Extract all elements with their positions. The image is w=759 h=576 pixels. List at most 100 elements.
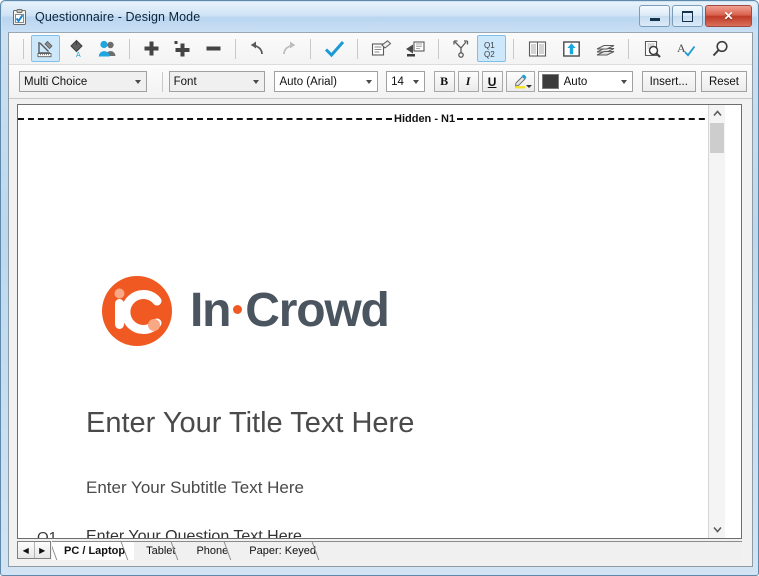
routing-button[interactable] bbox=[446, 35, 475, 62]
insert-button[interactable]: Insert... bbox=[642, 71, 696, 92]
svg-text:Q1: Q1 bbox=[484, 41, 495, 50]
question-number: Q1 bbox=[37, 529, 57, 538]
layers-stack-icon bbox=[595, 40, 616, 58]
question-order-button[interactable]: Q1 Q2 bbox=[477, 35, 506, 62]
bottom-strip bbox=[17, 561, 589, 567]
format-separator bbox=[162, 72, 163, 92]
columns-book-icon bbox=[528, 40, 547, 58]
maximize-button[interactable] bbox=[672, 5, 703, 27]
format-toolbar: Multi Choice Font Auto (Arial) 14 B I U bbox=[9, 65, 752, 99]
logo-word-crowd: Crowd bbox=[245, 284, 388, 337]
sheet-tab-pc-laptop[interactable]: PC / Laptop bbox=[52, 542, 134, 560]
highlight-button[interactable] bbox=[506, 71, 535, 92]
canvas-vertical-scrollbar[interactable] bbox=[708, 105, 725, 538]
bold-button[interactable]: B bbox=[434, 71, 455, 92]
chevron-down-icon bbox=[366, 80, 372, 84]
style-select[interactable]: Font bbox=[169, 71, 266, 92]
text-color-value: Auto bbox=[564, 76, 588, 88]
close-button[interactable]: ✕ bbox=[705, 5, 752, 27]
sheet-tabs-row: ◀ ▶ PC / Laptop Tablet Phone Paper: Keye… bbox=[17, 541, 742, 561]
design-mode-button[interactable] bbox=[31, 35, 60, 62]
title-placeholder[interactable]: Enter Your Title Text Here bbox=[86, 407, 414, 440]
toolbar-separator bbox=[513, 39, 514, 59]
logo-word-in: In bbox=[190, 284, 230, 337]
validate-button[interactable] bbox=[318, 35, 350, 62]
vertical-scroll-thumb[interactable] bbox=[710, 123, 724, 153]
client-area: A bbox=[8, 32, 753, 567]
tab-nav-buttons: ◀ ▶ bbox=[17, 541, 51, 559]
subtitle-placeholder[interactable]: Enter Your Subtitle Text Here bbox=[86, 478, 304, 498]
spell-check-button[interactable]: A bbox=[670, 35, 702, 62]
preview-button[interactable] bbox=[636, 35, 668, 62]
fill-color-button[interactable]: A bbox=[62, 35, 91, 62]
questionnaire-canvas[interactable]: Hidden - N1 In Crowd bbox=[17, 104, 742, 539]
paint-bucket-icon: A bbox=[67, 39, 86, 58]
chevron-down-icon bbox=[135, 80, 141, 84]
import-arrow-icon bbox=[405, 40, 426, 58]
plus-sub-icon bbox=[173, 40, 192, 57]
zoom-button[interactable] bbox=[704, 35, 736, 62]
tab-next-button[interactable]: ▶ bbox=[35, 542, 51, 558]
undo-arrow-icon bbox=[248, 40, 267, 57]
toolbar-separator bbox=[310, 39, 311, 59]
question-text-placeholder[interactable]: Enter Your Question Text Here bbox=[86, 528, 302, 538]
toolbar-separator bbox=[357, 39, 358, 59]
color-swatch bbox=[542, 74, 559, 89]
edit-properties-button[interactable] bbox=[365, 35, 397, 62]
dashed-line-right bbox=[457, 118, 725, 120]
branch-routing-icon bbox=[452, 40, 470, 58]
svg-text:A: A bbox=[76, 52, 81, 58]
scroll-down-button[interactable] bbox=[709, 521, 725, 538]
two-people-icon bbox=[98, 40, 118, 58]
close-icon: ✕ bbox=[706, 6, 751, 26]
style-value: Font bbox=[174, 76, 197, 88]
logo-dot-icon bbox=[233, 305, 242, 314]
font-size-value: 14 bbox=[391, 76, 404, 88]
minimize-button[interactable] bbox=[639, 5, 670, 27]
layers-button[interactable] bbox=[589, 35, 621, 62]
maximize-icon bbox=[673, 6, 702, 26]
scroll-up-button[interactable] bbox=[709, 105, 725, 122]
svg-text:Q2: Q2 bbox=[484, 50, 495, 59]
remove-question-button[interactable] bbox=[199, 35, 228, 62]
redo-button[interactable] bbox=[274, 35, 303, 62]
font-size-select[interactable]: 14 bbox=[386, 71, 425, 92]
italic-button[interactable]: I bbox=[458, 71, 479, 92]
question-type-select[interactable]: Multi Choice bbox=[19, 71, 147, 92]
page-magnifier-icon bbox=[643, 40, 662, 58]
sheet-tab-phone[interactable]: Phone bbox=[184, 542, 237, 560]
checkmark-icon bbox=[324, 40, 345, 58]
add-sub-question-button[interactable] bbox=[168, 35, 197, 62]
font-name-value: Auto (Arial) bbox=[279, 76, 337, 88]
application-window: Questionnaire - Design Mode ✕ bbox=[0, 0, 759, 576]
redo-arrow-icon bbox=[279, 40, 298, 57]
spell-check-icon: A bbox=[677, 40, 696, 58]
sheet-tab-paper-keyed[interactable]: Paper: Keyed bbox=[237, 542, 325, 560]
reset-button[interactable]: Reset bbox=[701, 71, 747, 92]
upload-box-icon bbox=[562, 40, 581, 58]
respondents-button[interactable] bbox=[93, 35, 122, 62]
toolbar-separator bbox=[628, 39, 629, 59]
columns-button[interactable] bbox=[521, 35, 553, 62]
sheet-tab-strip: PC / Laptop Tablet Phone Paper: Keyed bbox=[52, 541, 742, 560]
dashed-line-left bbox=[18, 118, 392, 120]
toolbar-separator bbox=[235, 39, 236, 59]
minimize-icon bbox=[640, 6, 669, 26]
tab-prev-button[interactable]: ◀ bbox=[18, 542, 35, 558]
title-bar: Questionnaire - Design Mode ✕ bbox=[2, 2, 757, 32]
text-color-select[interactable]: Auto bbox=[538, 71, 633, 92]
hidden-marker-label: Hidden - N1 bbox=[392, 114, 457, 125]
magnifier-icon bbox=[711, 40, 730, 58]
clipboard-check-icon bbox=[11, 9, 28, 26]
underline-button[interactable]: U bbox=[482, 71, 503, 92]
questionnaire-page: Hidden - N1 In Crowd bbox=[18, 105, 725, 538]
undo-button[interactable] bbox=[243, 35, 272, 62]
import-list-button[interactable] bbox=[399, 35, 431, 62]
q1-q2-order-icon: Q1 Q2 bbox=[481, 39, 503, 59]
ic-logo-mark-icon bbox=[101, 275, 173, 347]
publish-button[interactable] bbox=[555, 35, 587, 62]
add-question-button[interactable] bbox=[137, 35, 166, 62]
sheet-tab-tablet[interactable]: Tablet bbox=[134, 542, 184, 560]
plus-icon bbox=[143, 40, 160, 57]
font-name-select[interactable]: Auto (Arial) bbox=[274, 71, 378, 92]
